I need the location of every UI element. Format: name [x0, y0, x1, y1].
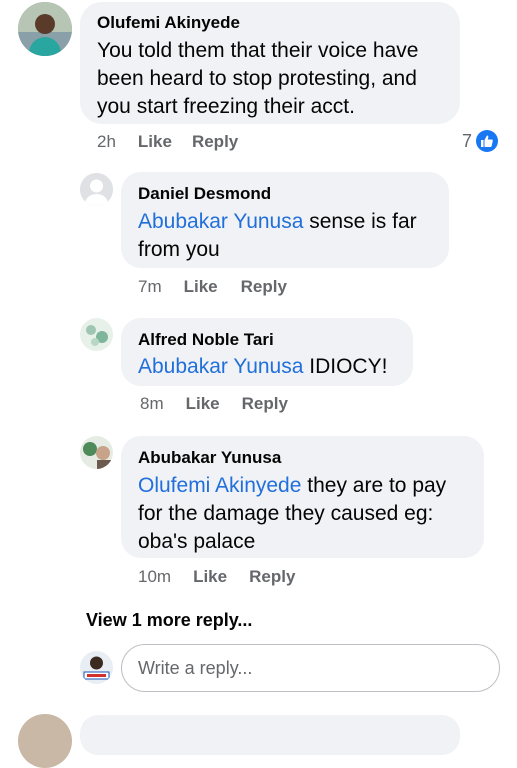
- reply-actions: 7m Like Reply: [138, 277, 287, 297]
- default-avatar-icon: [80, 173, 113, 206]
- comment-actions: 2h Like Reply: [97, 132, 238, 152]
- comment-reactions[interactable]: 7: [462, 130, 499, 152]
- current-user-avatar: [80, 651, 113, 684]
- comment-reply-button[interactable]: Reply: [192, 132, 238, 152]
- reply-input[interactable]: Write a reply...: [121, 644, 500, 692]
- reply-like-button[interactable]: Like: [184, 277, 218, 297]
- reply-avatar[interactable]: [80, 173, 113, 206]
- reply-like-button[interactable]: Like: [186, 394, 220, 414]
- reply-timestamp[interactable]: 7m: [138, 277, 162, 297]
- view-more-replies-link[interactable]: View 1 more reply...: [86, 610, 252, 631]
- user-photo-icon: [80, 318, 113, 351]
- reply-bubble: Abubakar Yunusa Olufemi Akinyede they ar…: [121, 436, 484, 558]
- reply-reply-button[interactable]: Reply: [241, 277, 287, 297]
- reply-reply-button[interactable]: Reply: [242, 394, 288, 414]
- next-comment-avatar[interactable]: [18, 714, 72, 768]
- comment-text: You told them that their voice have been…: [97, 39, 419, 118]
- comment-bubble: Olufemi Akinyede You told them that thei…: [80, 2, 460, 124]
- reply-actions: 8m Like Reply: [140, 394, 288, 414]
- reply-bubble: Daniel Desmond Abubakar Yunusa sense is …: [121, 172, 449, 268]
- current-user-avatar-icon: [80, 651, 113, 684]
- reply-text: Olufemi Akinyede they are to pay for the…: [138, 472, 470, 556]
- user-photo-icon: [18, 2, 72, 56]
- reply-input-placeholder: Write a reply...: [138, 657, 253, 678]
- reply-actions: 10m Like Reply: [138, 567, 295, 587]
- next-comment-bubble: [80, 715, 460, 755]
- reply-text-body: IDIOCY!: [303, 355, 388, 378]
- reply-avatar[interactable]: [80, 318, 113, 351]
- reply-reply-button[interactable]: Reply: [249, 567, 295, 587]
- user-photo-icon: [80, 436, 113, 469]
- mention-link[interactable]: Abubakar Yunusa: [138, 355, 303, 378]
- mention-link[interactable]: Abubakar Yunusa: [138, 210, 303, 233]
- thumbs-up-icon: [476, 130, 499, 152]
- mention-link[interactable]: Olufemi Akinyede: [138, 474, 301, 497]
- reply-avatar[interactable]: [80, 436, 113, 469]
- comment-author-name[interactable]: Olufemi Akinyede: [97, 13, 442, 33]
- reply-timestamp[interactable]: 8m: [140, 394, 164, 414]
- reply-text: Abubakar Yunusa IDIOCY!: [138, 353, 397, 381]
- reply-author-name[interactable]: Alfred Noble Tari: [138, 330, 397, 350]
- reply-like-button[interactable]: Like: [193, 567, 227, 587]
- reply-author-name[interactable]: Daniel Desmond: [138, 184, 433, 204]
- comment-author-avatar[interactable]: [18, 2, 72, 56]
- reply-bubble: Alfred Noble Tari Abubakar Yunusa IDIOCY…: [121, 318, 413, 386]
- comment-like-button[interactable]: Like: [138, 132, 172, 152]
- reply-author-name[interactable]: Abubakar Yunusa: [138, 448, 470, 468]
- reply-text: Abubakar Yunusa sense is far from you: [138, 208, 433, 264]
- comment-timestamp[interactable]: 2h: [97, 132, 116, 152]
- reaction-count: 7: [462, 130, 473, 151]
- reply-timestamp[interactable]: 10m: [138, 567, 171, 587]
